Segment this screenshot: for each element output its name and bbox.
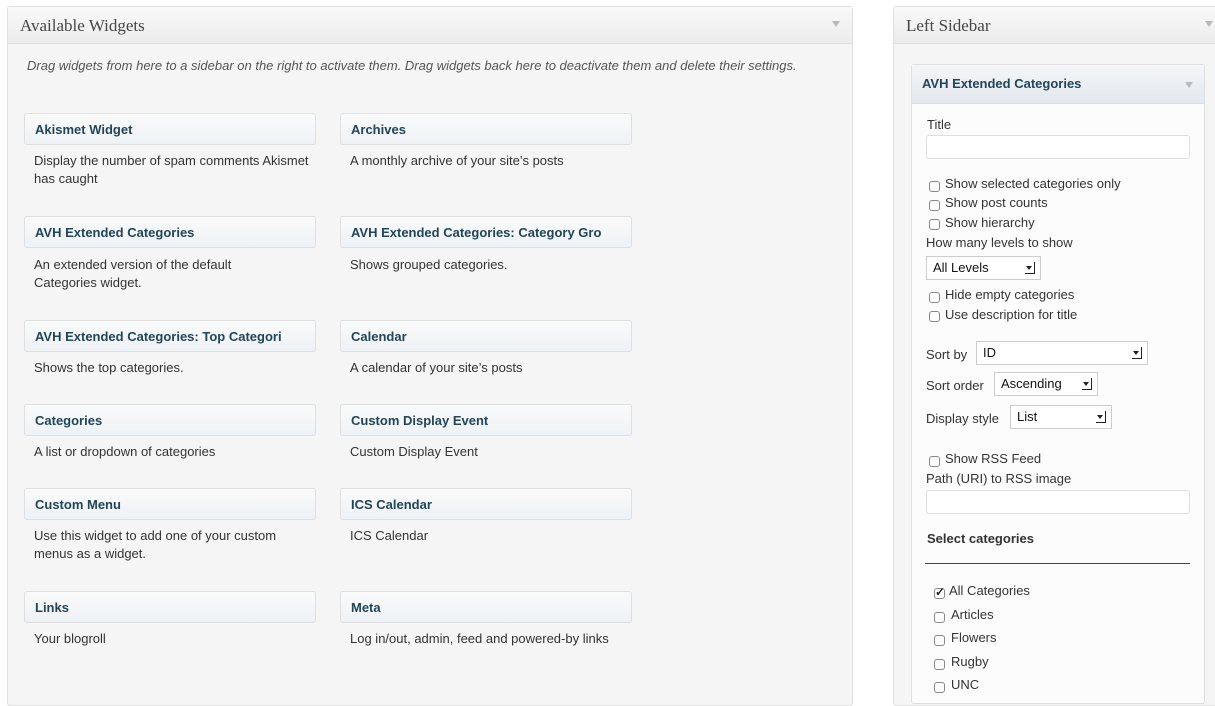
available-widgets-title: Available Widgets: [20, 16, 145, 35]
sort-order-select-value: Ascending: [1001, 376, 1062, 391]
widget-description: Custom Display Event: [350, 444, 478, 459]
widget-description: Shows grouped categories.: [350, 257, 508, 272]
widget-title: Links: [35, 600, 69, 615]
widget-meta[interactable]: Meta: [340, 591, 632, 623]
widget-title: AVH Extended Categories: [35, 225, 195, 240]
left-sidebar-title: Left Sidebar: [906, 16, 991, 35]
show-rss-label: Show RSS Feed: [945, 451, 1042, 466]
widget-title: Categories: [35, 413, 103, 428]
category-checkbox-all[interactable]: [934, 585, 945, 599]
collapse-arrow-icon[interactable]: [1205, 21, 1213, 27]
show-rss-checkbox[interactable]: [929, 456, 940, 467]
widget-akismet[interactable]: Akismet Widget: [24, 113, 316, 145]
widget-avh-extended-categories[interactable]: AVH Extended Categories: [24, 216, 316, 248]
widget-description: A list or dropdown of categories: [34, 444, 216, 459]
levels-label: How many levels to show: [926, 235, 1073, 250]
show-hierarchy-label: Show hierarchy: [945, 215, 1035, 230]
use-description-checkbox[interactable]: [929, 311, 940, 322]
sort-by-select[interactable]: ID: [976, 341, 1148, 365]
sort-order-select[interactable]: Ascending: [994, 372, 1098, 396]
widget-description: Log in/out, admin, feed and powered-by l…: [350, 631, 609, 646]
category-label-all: All Categories: [949, 583, 1030, 598]
widget-title: Akismet Widget: [35, 122, 133, 137]
title-input[interactable]: [926, 135, 1190, 159]
category-checkbox-unc[interactable]: [934, 682, 945, 693]
category-checkbox-flowers[interactable]: [934, 635, 945, 646]
hide-empty-checkbox[interactable]: [929, 292, 940, 303]
show-post-counts-checkbox[interactable]: [929, 200, 940, 211]
category-label-rugby: Rugby: [951, 654, 989, 669]
display-style-select-value: List: [1017, 409, 1038, 424]
widget-title: Meta: [351, 600, 381, 615]
show-selected-only-label: Show selected categories only: [945, 176, 1121, 191]
display-style-label: Display style: [926, 411, 999, 426]
dropdown-arrow-icon: [1096, 411, 1106, 423]
dropdown-arrow-icon: [1132, 347, 1142, 359]
widget-ics-calendar[interactable]: ICS Calendar: [340, 488, 632, 520]
widget-title: Custom Menu: [35, 497, 121, 512]
widget-description: Your blogroll: [34, 631, 106, 646]
widget-title: AVH Extended Categories: Category Gro: [351, 225, 602, 240]
levels-select-value: All Levels: [933, 260, 989, 275]
show-post-counts-label: Show post counts: [945, 195, 1048, 210]
widget-avh-top-categories[interactable]: AVH Extended Categories: Top Categori: [24, 320, 316, 352]
widget-title: Calendar: [351, 329, 407, 344]
avh-widget-title: AVH Extended Categories: [922, 76, 1082, 91]
rss-path-input[interactable]: [926, 490, 1190, 514]
category-checkbox-rugby[interactable]: [934, 659, 945, 670]
widget-title: AVH Extended Categories: Top Categori: [35, 329, 282, 344]
available-widgets-description: Drag widgets from here to a sidebar on t…: [27, 58, 797, 73]
widget-description: Shows the top categories.: [34, 360, 184, 375]
widget-title: Archives: [351, 122, 406, 137]
select-categories-label: Select categories: [927, 531, 1034, 546]
sort-by-select-value: ID: [983, 345, 996, 360]
dropdown-arrow-icon: [1082, 378, 1092, 390]
widget-description: An extended version of the default Categ…: [34, 257, 232, 290]
category-label-articles: Articles: [951, 607, 994, 622]
category-checkbox-articles[interactable]: [934, 612, 945, 623]
category-label-flowers: Flowers: [951, 630, 997, 645]
rss-path-label: Path (URI) to RSS image: [926, 471, 1072, 486]
widget-links[interactable]: Links: [24, 591, 316, 623]
sort-by-label: Sort by: [926, 347, 968, 362]
use-description-label: Use description for title: [945, 307, 1078, 322]
display-style-select[interactable]: List: [1010, 405, 1112, 429]
title-label: Title: [927, 117, 952, 132]
levels-select[interactable]: All Levels: [926, 256, 1041, 280]
widget-title: Custom Display Event: [351, 413, 489, 428]
widget-description: A calendar of your site’s posts: [350, 360, 523, 375]
available-widgets-header[interactable]: Available Widgets: [8, 7, 852, 44]
show-selected-only-checkbox[interactable]: [929, 181, 940, 192]
dropdown-arrow-icon: [1025, 262, 1035, 274]
widget-description: ICS Calendar: [350, 528, 429, 543]
show-hierarchy-checkbox[interactable]: [929, 219, 940, 230]
widget-title: ICS Calendar: [351, 497, 432, 512]
widget-calendar[interactable]: Calendar: [340, 320, 632, 352]
expand-arrow-icon[interactable]: [1185, 82, 1193, 88]
widget-avh-category-group[interactable]: AVH Extended Categories: Category Gro: [340, 216, 632, 248]
widget-custom-display-event[interactable]: Custom Display Event: [340, 404, 632, 436]
widget-categories[interactable]: Categories: [24, 404, 316, 436]
widget-description: Display the number of spam comments Akis…: [34, 153, 309, 186]
collapse-arrow-icon[interactable]: [832, 21, 840, 27]
avh-widget-header[interactable]: AVH Extended Categories: [912, 65, 1204, 104]
hide-empty-label: Hide empty categories: [945, 287, 1075, 302]
widget-description: Use this widget to add one of your custo…: [34, 528, 277, 561]
sort-order-label: Sort order: [926, 378, 984, 393]
widget-custom-menu[interactable]: Custom Menu: [24, 488, 316, 520]
widget-description: A monthly archive of your site’s posts: [350, 153, 564, 168]
divider: [925, 563, 1190, 564]
left-sidebar-header[interactable]: Left Sidebar: [894, 7, 1215, 44]
widget-archives[interactable]: Archives: [340, 113, 632, 145]
